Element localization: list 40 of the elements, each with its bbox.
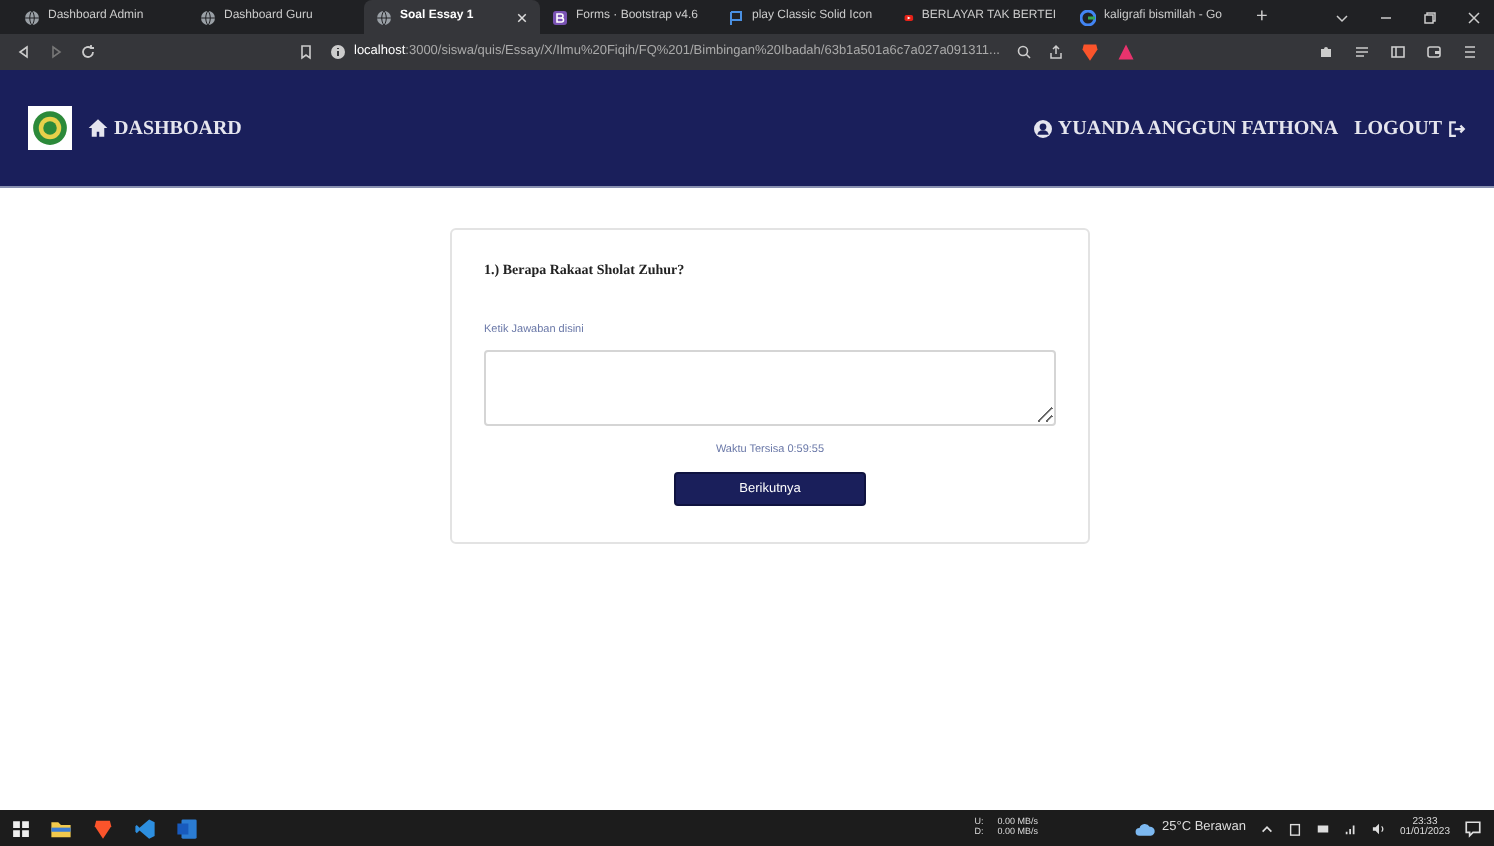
menu-icon[interactable] <box>1462 44 1478 60</box>
restore-icon[interactable] <box>1422 9 1438 25</box>
signal-icon[interactable] <box>1343 821 1358 835</box>
chevron-up-icon[interactable] <box>1259 821 1274 835</box>
google-logo-icon <box>1080 9 1096 25</box>
close-tab-icon[interactable] <box>516 11 528 23</box>
info-icon <box>330 44 346 60</box>
user-circle-icon <box>1033 119 1052 137</box>
reload-icon[interactable] <box>80 44 96 60</box>
new-tab-button[interactable]: + <box>1244 0 1284 34</box>
cloud-icon <box>1131 819 1156 837</box>
close-icon[interactable] <box>1466 9 1482 25</box>
folder-icon[interactable] <box>50 817 72 839</box>
sidebar-icon[interactable] <box>1390 44 1406 60</box>
dashboard-link[interactable]: DASHBOARD <box>88 113 242 143</box>
globe-icon <box>376 9 392 25</box>
triangle-icon[interactable] <box>1115 42 1136 62</box>
list-icon[interactable] <box>1354 44 1370 60</box>
globe-icon <box>24 9 40 25</box>
notification-icon[interactable] <box>1464 819 1482 837</box>
code-editor-icon[interactable] <box>134 817 156 839</box>
user-profile-link[interactable]: YUANDA ANGGUN FATHONA <box>1033 113 1339 143</box>
back-icon[interactable] <box>16 44 32 60</box>
home-icon <box>88 118 108 138</box>
share-icon[interactable] <box>1047 44 1064 60</box>
sign-out-icon <box>1448 119 1466 137</box>
forward-icon[interactable] <box>48 44 64 60</box>
logout-link[interactable]: LOGOUT <box>1354 113 1466 143</box>
bootstrap-logo-icon <box>552 9 568 25</box>
flag-icon <box>728 9 744 25</box>
bookmark-icon[interactable] <box>298 44 314 60</box>
answer-field[interactable] <box>484 349 1056 426</box>
wallet-icon[interactable] <box>1426 44 1442 60</box>
chevron-down-icon[interactable] <box>1334 9 1350 25</box>
zoom-icon[interactable] <box>1015 44 1032 60</box>
school-logo-icon <box>28 106 72 150</box>
globe-icon <box>200 9 216 25</box>
windows-start-icon[interactable] <box>12 819 30 837</box>
speaker-icon[interactable] <box>1371 821 1386 835</box>
document-app-icon[interactable] <box>176 817 198 839</box>
